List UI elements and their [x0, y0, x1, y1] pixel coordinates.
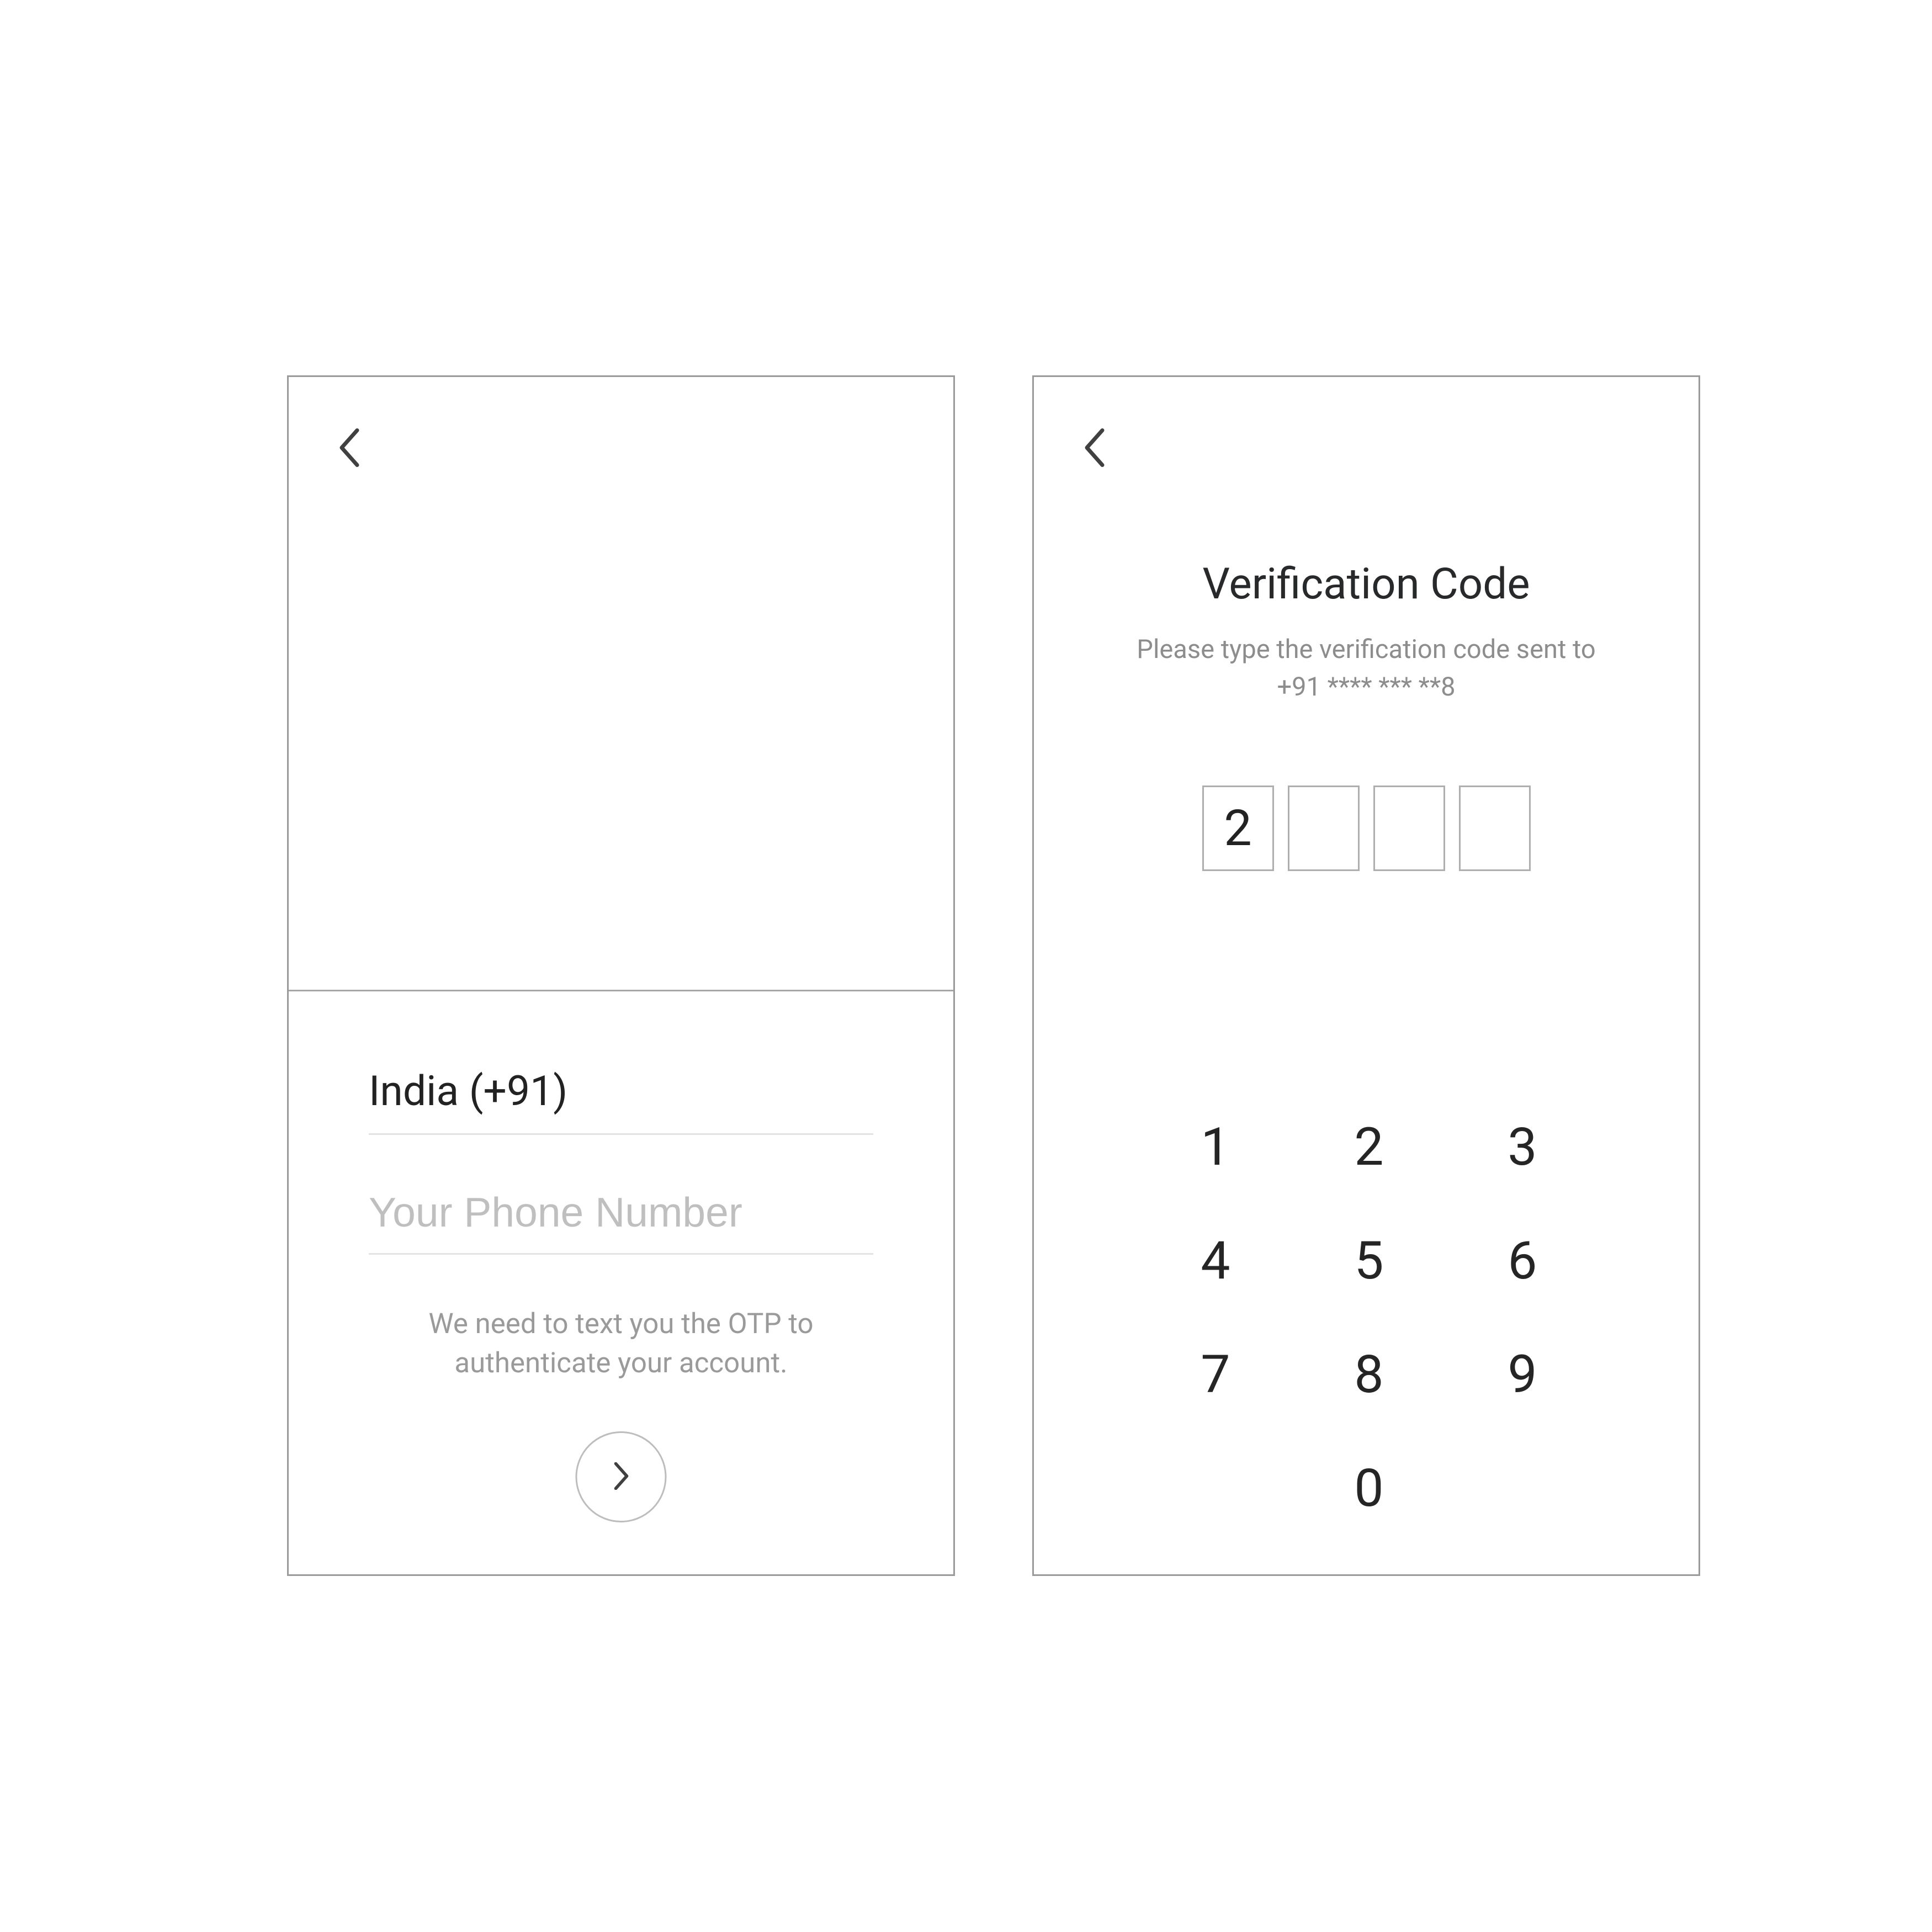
keypad-key-8[interactable]: 8: [1292, 1344, 1446, 1405]
otp-digit-1[interactable]: 2: [1202, 785, 1274, 871]
keypad-key-1[interactable]: 1: [1139, 1117, 1292, 1178]
otp-digit-2[interactable]: [1288, 785, 1360, 871]
keypad-key-9[interactable]: 9: [1446, 1344, 1599, 1405]
keypad-key-5[interactable]: 5: [1292, 1230, 1446, 1292]
phone-input-row: [369, 1188, 873, 1255]
otp-digit-4[interactable]: [1459, 785, 1531, 871]
keypad-key-4[interactable]: 4: [1139, 1230, 1292, 1292]
verification-screen: Verification Code Please type the verifi…: [1032, 375, 1700, 1576]
verification-title: Verification Code: [1034, 559, 1699, 609]
country-code-select[interactable]: India (+91): [369, 1067, 873, 1135]
otp-input-row: 2: [1034, 785, 1699, 871]
keypad-key-3[interactable]: 3: [1446, 1117, 1599, 1178]
back-button[interactable]: [333, 432, 366, 465]
chevron-left-icon: [338, 428, 361, 470]
phone-number-input[interactable]: [369, 1188, 873, 1236]
chevron-right-icon: [613, 1462, 629, 1492]
phone-entry-screen: India (+91) We need to text you the OTP …: [287, 375, 955, 1576]
otp-digit-3[interactable]: [1373, 785, 1445, 871]
horizontal-divider: [289, 990, 953, 991]
keypad-key-6[interactable]: 6: [1446, 1230, 1599, 1292]
verification-subtitle: Please type the verification code sent t…: [1128, 631, 1605, 706]
keypad-key-7[interactable]: 7: [1139, 1344, 1292, 1405]
keypad-key-2[interactable]: 2: [1292, 1117, 1446, 1178]
chevron-left-icon: [1083, 428, 1106, 470]
back-button[interactable]: [1078, 432, 1111, 465]
numeric-keypad: 1 2 3 4 5 6 7 8 9 0: [1139, 1117, 1599, 1519]
otp-helper-text: We need to text you the OTP to authentic…: [366, 1304, 876, 1383]
country-code-label: India (+91): [369, 1067, 567, 1116]
keypad-key-0[interactable]: 0: [1292, 1458, 1446, 1519]
otp-digit-1-value: 2: [1224, 799, 1252, 857]
next-button[interactable]: [576, 1431, 667, 1522]
